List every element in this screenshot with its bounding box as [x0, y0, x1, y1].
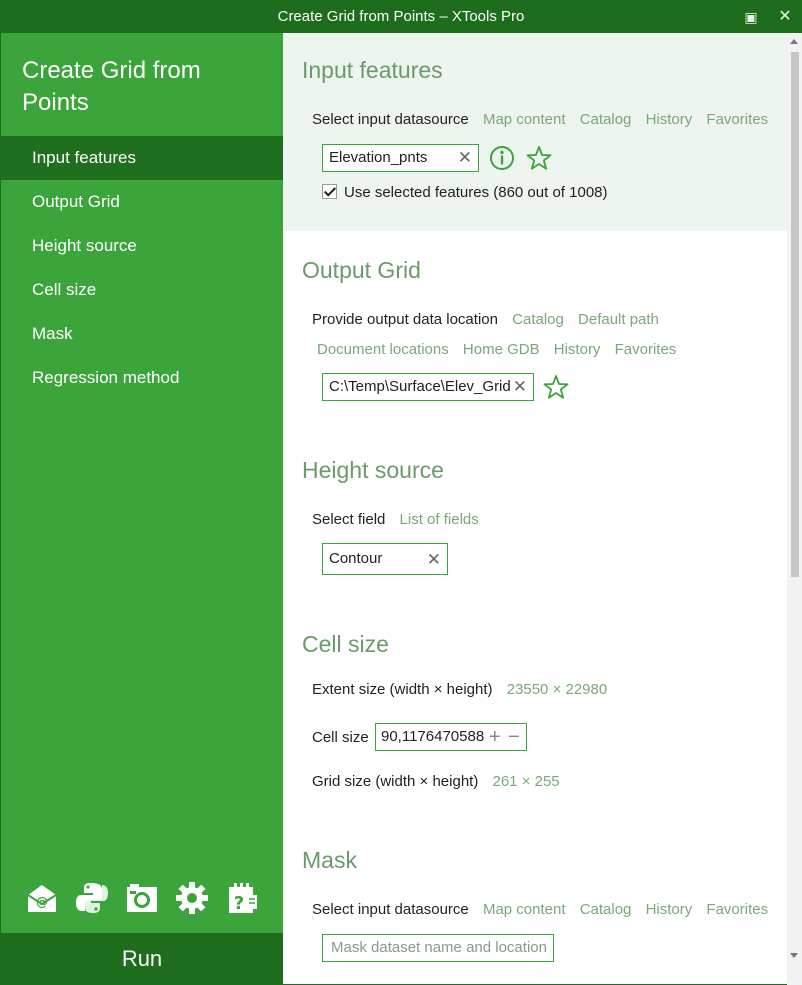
sidebar-title: Create Grid from Points: [22, 57, 201, 116]
link-history[interactable]: History: [646, 901, 693, 918]
link-map-content[interactable]: Map content: [483, 901, 566, 918]
main-content: Input features Select input datasource M…: [283, 33, 787, 985]
svg-text:@: @: [36, 895, 48, 909]
window-title: Create Grid from Points – XTools Pro: [277, 8, 525, 25]
section-title: Cell size: [302, 631, 389, 657]
sidebar-toolbar: @ ?: [25, 881, 265, 915]
output-location-row: Provide output data location Catalog Def…: [312, 311, 659, 328]
select-field-label: Select field: [312, 511, 386, 528]
sidebar-item-regression-method[interactable]: Regression method: [1, 356, 283, 400]
info-icon[interactable]: [489, 145, 515, 171]
link-list-of-fields[interactable]: List of fields: [400, 511, 479, 528]
gear-icon[interactable]: [175, 881, 209, 915]
field-select-row: Select field List of fields: [312, 511, 479, 528]
height-field-input[interactable]: Contour ✕: [322, 543, 448, 575]
scroll-thumb[interactable]: [791, 52, 799, 577]
section-title: Height source: [302, 457, 444, 483]
python-icon[interactable]: [75, 881, 109, 915]
extent-row: Extent size (width × height) 23550 × 229…: [312, 681, 607, 698]
section-title: Mask: [302, 847, 357, 873]
section-input-features: Input features Select input datasource M…: [283, 33, 787, 231]
output-location-field[interactable]: C:\Temp\Surface\Elev_Grid ✕: [322, 373, 534, 401]
link-favorites[interactable]: Favorites: [706, 111, 768, 128]
mask-datasource-field[interactable]: Mask dataset name and location: [322, 934, 554, 962]
output-location-value: C:\Temp\Surface\Elev_Grid: [329, 378, 511, 395]
input-datasource-value: Elevation_pnts: [329, 149, 428, 166]
input-datasource-field[interactable]: Elevation_pnts ✕: [322, 144, 479, 172]
star-icon[interactable]: [526, 145, 552, 171]
scroll-up-icon[interactable]: [790, 39, 798, 44]
star-icon[interactable]: [543, 374, 569, 400]
link-map-content[interactable]: Map content: [483, 111, 566, 128]
link-document-locations[interactable]: Document locations: [317, 341, 449, 358]
use-selected-label: Use selected features (860 out of 1008): [344, 184, 608, 201]
grid-size-value: 261 × 255: [492, 773, 560, 790]
email-icon[interactable]: @: [25, 881, 59, 915]
link-catalog[interactable]: Catalog: [580, 111, 632, 128]
scroll-down-icon[interactable]: [790, 953, 798, 958]
sidebar-item-cell-size[interactable]: Cell size: [1, 268, 283, 312]
mask-placeholder: Mask dataset name and location: [331, 939, 547, 956]
section-output-grid: Output Grid Provide output data location…: [283, 231, 787, 431]
use-selected-checkbox[interactable]: Use selected features (860 out of 1008): [322, 184, 608, 201]
datasource-row: Select input datasource Map content Cata…: [312, 111, 768, 128]
svg-text:?: ?: [234, 893, 244, 914]
select-datasource-label: Select input datasource: [312, 111, 469, 128]
cell-size-value[interactable]: 90,1176470588: [381, 728, 484, 745]
extent-label: Extent size (width × height): [312, 681, 493, 698]
checkbox-box[interactable]: [322, 184, 337, 199]
mask-datasource-row: Select input datasource Map content Cata…: [312, 901, 768, 918]
select-datasource-label: Select input datasource: [312, 901, 469, 918]
link-default-path[interactable]: Default path: [578, 311, 659, 328]
link-history[interactable]: History: [646, 111, 693, 128]
sidebar-item-input-features[interactable]: Input features: [1, 136, 283, 180]
sidebar-nav: Input features Output Grid Height source…: [1, 136, 283, 400]
help-icon[interactable]: ?: [225, 881, 259, 915]
title-bar: Create Grid from Points – XTools Pro ▣ ✕: [1, 1, 801, 33]
provide-location-label: Provide output data location: [312, 311, 498, 328]
height-field-value: Contour: [329, 550, 383, 567]
minus-icon[interactable]: −: [508, 724, 520, 750]
vertical-scrollbar[interactable]: [787, 33, 802, 985]
sidebar-item-output-grid[interactable]: Output Grid: [1, 180, 283, 224]
plus-icon[interactable]: +: [489, 724, 501, 750]
link-home-gdb[interactable]: Home GDB: [463, 341, 540, 358]
section-cell-size: Cell size Extent size (width × height) 2…: [283, 603, 787, 823]
output-location-links: Document locations Home GDB History Favo…: [307, 341, 676, 358]
sidebar-item-mask[interactable]: Mask: [1, 312, 283, 356]
link-catalog[interactable]: Catalog: [580, 901, 632, 918]
app-window: Create Grid from Points – XTools Pro ▣ ✕…: [0, 0, 802, 985]
close-icon[interactable]: ✕: [773, 5, 797, 29]
grid-size-row: Grid size (width × height) 261 × 255: [312, 773, 560, 790]
link-favorites[interactable]: Favorites: [706, 901, 768, 918]
clear-icon[interactable]: ✕: [458, 145, 472, 171]
link-favorites[interactable]: Favorites: [615, 341, 677, 358]
cell-size-row: Cell size: [312, 729, 369, 746]
clear-icon[interactable]: ✕: [513, 374, 527, 400]
sidebar: Create Grid from Points Input features O…: [1, 33, 283, 985]
section-height-source: Height source Select field List of field…: [283, 431, 787, 603]
extent-value: 23550 × 22980: [506, 681, 608, 698]
camera-icon[interactable]: [125, 881, 159, 915]
grid-size-label: Grid size (width × height): [312, 773, 479, 790]
link-catalog[interactable]: Catalog: [512, 311, 564, 328]
maximize-icon[interactable]: ▣: [739, 5, 763, 29]
clear-icon[interactable]: ✕: [427, 545, 441, 575]
section-title: Input features: [302, 57, 443, 83]
section-title: Output Grid: [302, 257, 421, 283]
cell-size-stepper[interactable]: 90,1176470588 + −: [375, 723, 527, 751]
run-button[interactable]: Run: [1, 933, 283, 985]
sidebar-item-height-source[interactable]: Height source: [1, 224, 283, 268]
link-history[interactable]: History: [554, 341, 601, 358]
section-mask: Mask Select input datasource Map content…: [283, 823, 787, 985]
cell-size-label: Cell size: [312, 729, 369, 746]
